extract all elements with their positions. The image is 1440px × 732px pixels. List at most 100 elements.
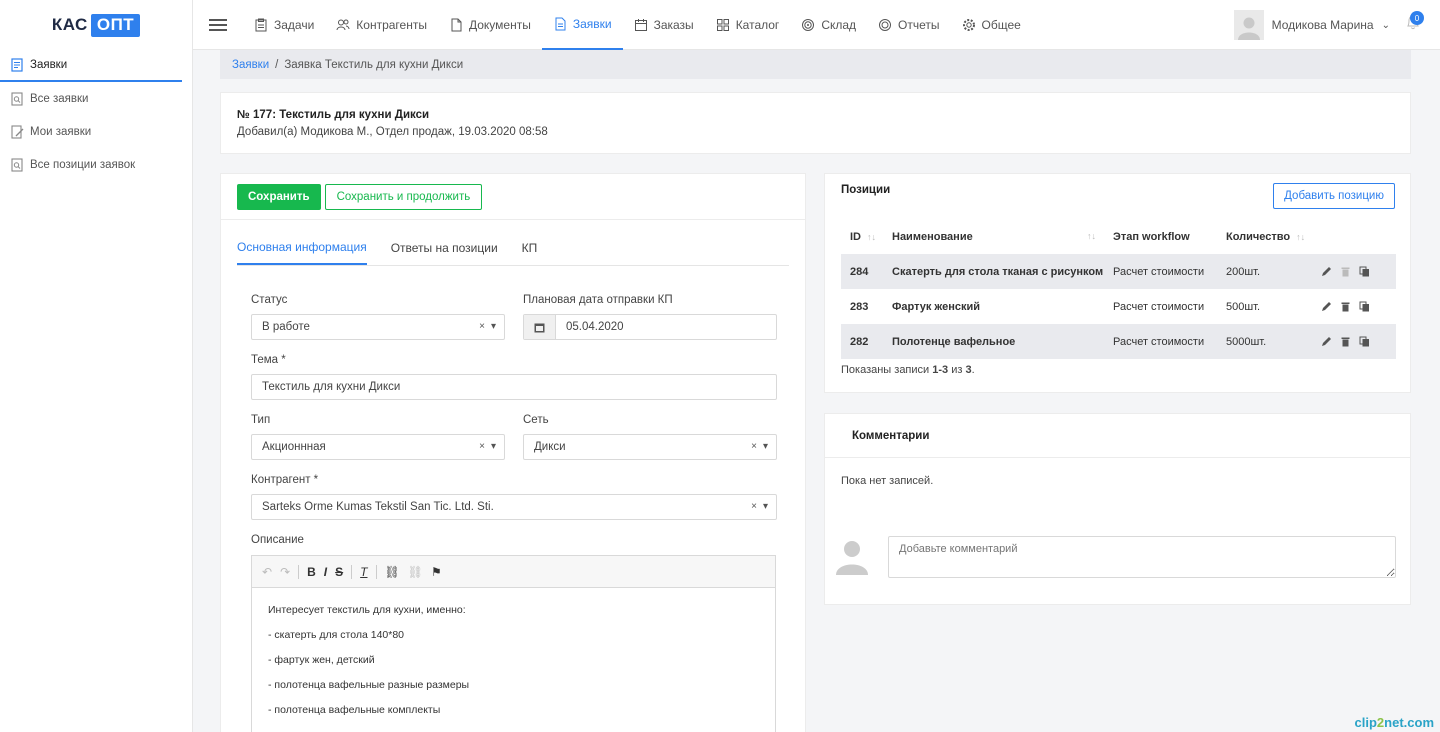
network-label: Сеть — [523, 414, 549, 426]
sidebar-item-label: Все позиции заявок — [30, 158, 136, 171]
nav-item-tasks[interactable]: Задачи — [243, 0, 325, 50]
clear-icon[interactable]: × — [751, 501, 757, 512]
copy-icon[interactable] — [1359, 336, 1370, 347]
undo-icon[interactable]: ↶ — [262, 565, 272, 579]
document-icon — [555, 17, 566, 30]
user-menu[interactable]: Модикова Марина ⌄ — [1233, 10, 1390, 40]
planned-date-value: 05.04.2020 — [566, 321, 624, 333]
document-icon — [10, 58, 24, 72]
menu-icon[interactable] — [193, 18, 243, 32]
avatar — [835, 539, 869, 579]
calendar-icon[interactable] — [524, 315, 556, 339]
counterparty-label: Контрагент * — [251, 474, 319, 486]
network-select[interactable]: Дикси × ▾ — [523, 434, 777, 460]
column-header-qty[interactable]: Количество ↑↓ — [1217, 220, 1312, 254]
copy-icon[interactable] — [1359, 266, 1370, 277]
italic-icon[interactable]: I — [324, 565, 327, 579]
pencil-icon[interactable] — [1321, 266, 1332, 277]
tab-main-info[interactable]: Основная информация — [237, 230, 367, 265]
nav-item-counterparties[interactable]: Контрагенты — [325, 0, 438, 50]
editor-toolbar: ↶ ↷ B I S T ⛓ ⛓ ⚑ — [252, 556, 775, 588]
tab-kp[interactable]: КП — [522, 230, 538, 265]
cell-name: Фартук женский — [892, 300, 980, 313]
breadcrumb-root-link[interactable]: Заявки — [232, 59, 269, 71]
planned-date-input[interactable]: 05.04.2020 — [523, 314, 777, 340]
cell-name: Полотенце вафельное — [883, 324, 1104, 359]
nav-label: Заявки — [572, 16, 612, 31]
pencil-icon[interactable] — [1321, 301, 1332, 312]
clear-icon[interactable]: × — [751, 441, 757, 452]
column-header-stage[interactable]: Этап workflow — [1104, 220, 1217, 254]
description-text[interactable]: Интересует текстиль для кухни, именно: -… — [252, 588, 775, 732]
column-header-id[interactable]: ID ↑↓ — [841, 220, 883, 254]
comment-input[interactable] — [888, 536, 1396, 578]
description-line: - полотенца вафельные комплекты — [268, 704, 441, 716]
nav-label: Общее — [981, 17, 1021, 32]
trash-icon[interactable] — [1340, 266, 1351, 277]
copy-icon[interactable] — [1359, 301, 1370, 312]
table-header-row: ID ↑↓ Наименование ↑↓ Этап workflow Количе… — [841, 220, 1396, 254]
target-icon — [802, 18, 815, 31]
clear-format-icon[interactable]: T — [360, 565, 367, 579]
cell-qty: 200шт. — [1217, 254, 1312, 289]
grid-icon — [716, 18, 729, 31]
flag-icon[interactable]: ⚑ — [431, 565, 442, 579]
request-form-card: Сохранить Сохранить и продолжить Основна… — [220, 173, 806, 732]
logo-text-left: КАС — [51, 15, 88, 34]
type-select[interactable]: Акционнная × ▾ — [251, 434, 505, 460]
chevron-down-icon: ▾ — [490, 321, 496, 332]
app-logo[interactable]: КАС ОПТ — [0, 0, 192, 50]
theme-input[interactable]: Текстиль для кухни Дикси — [251, 374, 777, 400]
strikethrough-icon[interactable]: S — [335, 565, 343, 579]
chevron-down-icon: ▾ — [762, 441, 768, 452]
sidebar-item-all-requests[interactable]: Все заявки — [0, 82, 192, 115]
nav-label: Отчеты — [898, 17, 940, 32]
chevron-down-icon: ▾ — [490, 441, 496, 452]
bold-icon[interactable]: B — [307, 565, 316, 579]
nav-label: Каталог — [735, 17, 780, 32]
nav-item-general[interactable]: Общее — [951, 0, 1032, 50]
table-row: 284 Скатерть для стола тканая с рисунком… — [841, 254, 1396, 289]
sidebar: КАС ОПТ Заявки Все заявки Мои заявки Все… — [0, 0, 193, 732]
redo-icon[interactable]: ↷ — [280, 565, 290, 579]
description-line: - фартук жен, детский — [268, 654, 375, 666]
positions-title: Позиции — [841, 184, 891, 196]
nav-item-reports[interactable]: Отчеты — [867, 0, 950, 50]
positions-card: Позиции Добавить позицию ID ↑↓ Наименован… — [824, 173, 1411, 393]
sidebar-item-requests[interactable]: Заявки — [0, 50, 182, 82]
sidebar-item-my-requests[interactable]: Мои заявки — [0, 115, 192, 148]
clear-icon[interactable]: × — [479, 321, 485, 332]
gear-icon — [962, 18, 975, 31]
cell-stage: Расчет стоимости — [1104, 324, 1217, 359]
user-name: Модикова Марина — [1271, 18, 1374, 32]
nav-item-warehouse[interactable]: Склад — [790, 0, 867, 50]
nav-item-requests[interactable]: Заявки — [541, 0, 623, 50]
add-position-button[interactable]: Добавить позицию — [1273, 183, 1395, 209]
clear-icon[interactable]: × — [479, 441, 485, 452]
status-select[interactable]: В работе × ▾ — [251, 314, 505, 340]
nav-item-orders[interactable]: Заказы — [623, 0, 705, 50]
top-nav: Задачи Контрагенты Документы Заявки Зака… — [193, 0, 1440, 50]
file-icon — [451, 18, 462, 31]
column-header-name[interactable]: Наименование ↑↓ — [883, 220, 1104, 254]
sidebar-item-label: Все заявки — [30, 92, 89, 105]
counterparty-select[interactable]: Sarteks Orme Kumas Tekstil San Tic. Ltd.… — [251, 494, 777, 520]
notification-badge: 0 — [1410, 11, 1424, 25]
pencil-icon[interactable] — [1321, 336, 1332, 347]
column-header-actions — [1312, 220, 1396, 254]
nav-item-documents[interactable]: Документы — [438, 0, 542, 50]
cell-id: 282 — [841, 324, 883, 359]
link-icon[interactable]: ⛓ — [385, 565, 400, 579]
description-editor: ↶ ↷ B I S T ⛓ ⛓ ⚑ Интересует текстиль дл… — [251, 555, 776, 732]
trash-icon[interactable] — [1340, 336, 1351, 347]
tab-position-answers[interactable]: Ответы на позиции — [391, 230, 498, 265]
nav-item-catalog[interactable]: Каталог — [705, 0, 791, 50]
nav-label: Задачи — [274, 17, 315, 32]
unlink-icon[interactable]: ⛓ — [408, 565, 423, 579]
trash-icon[interactable] — [1340, 301, 1351, 312]
cell-actions — [1312, 254, 1396, 289]
save-continue-button[interactable]: Сохранить и продолжить — [324, 184, 483, 210]
sidebar-item-label: Заявки — [30, 59, 68, 71]
sidebar-item-all-positions[interactable]: Все позиции заявок — [0, 148, 192, 181]
save-button[interactable]: Сохранить — [237, 184, 321, 210]
